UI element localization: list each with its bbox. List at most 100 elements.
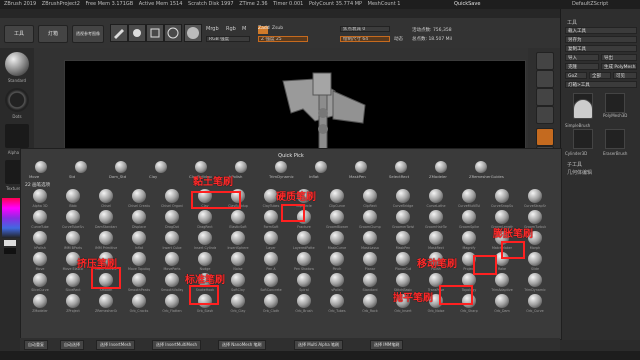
mrgb-label[interactable]: Mrgb xyxy=(206,26,219,32)
brush-icon[interactable] xyxy=(165,231,179,245)
geometry-header[interactable]: 几何体编辑 xyxy=(567,169,592,176)
lightbox-button[interactable]: 灯箱 xyxy=(38,25,68,43)
dynamic-toggle[interactable]: 动态 xyxy=(394,36,403,42)
footer-button[interactable]: 选择 InsertMultiMesh xyxy=(152,340,202,350)
stroke-dots-icon[interactable] xyxy=(5,88,29,112)
import-button[interactable]: 导入 xyxy=(565,54,599,61)
quickpick-brush-icon[interactable] xyxy=(195,161,207,173)
quickpick-brush-icon[interactable] xyxy=(235,161,247,173)
visible-button[interactable]: 可见 xyxy=(613,72,637,79)
copy-tool-button[interactable]: 复制工具 xyxy=(565,45,637,52)
scale-icon[interactable] xyxy=(146,24,164,42)
z-intensity-slider[interactable]: Z 强度 25 xyxy=(258,36,308,42)
brush-icon[interactable] xyxy=(231,231,245,245)
brush-icon[interactable] xyxy=(231,252,245,266)
brush-icon[interactable] xyxy=(330,189,344,203)
brush-icon[interactable] xyxy=(330,210,344,224)
polymesh-thumb-icon[interactable] xyxy=(605,93,625,113)
brush-icon[interactable] xyxy=(66,231,80,245)
brush-icon[interactable] xyxy=(363,231,377,245)
alpha-icon[interactable] xyxy=(5,124,29,148)
brush-icon[interactable] xyxy=(396,210,410,224)
quickpick-brush-icon[interactable] xyxy=(75,161,87,173)
eraser-thumb-icon[interactable] xyxy=(605,129,625,149)
brush-icon[interactable] xyxy=(231,294,245,308)
zsub-label[interactable]: Zsub xyxy=(272,26,283,31)
brush-icon[interactable] xyxy=(132,189,146,203)
brush-icon[interactable] xyxy=(396,252,410,266)
default-script[interactable]: DefaultZScript xyxy=(572,0,608,9)
brush-icon[interactable] xyxy=(528,252,542,266)
draw-size-slider[interactable]: 绘制尺寸 64 xyxy=(340,36,390,42)
brush-icon[interactable] xyxy=(231,273,245,287)
brush-icon[interactable] xyxy=(165,189,179,203)
brush-icon[interactable] xyxy=(429,231,443,245)
footer-button[interactable]: 选择 Multi Alpha 笔刷 xyxy=(294,340,343,350)
brush-icon[interactable] xyxy=(297,294,311,308)
brush-icon[interactable] xyxy=(495,273,509,287)
brush-icon[interactable] xyxy=(264,294,278,308)
brush-icon[interactable] xyxy=(99,231,113,245)
rotate-icon[interactable] xyxy=(164,24,182,42)
brush-icon[interactable] xyxy=(297,231,311,245)
cylinder-thumb-icon[interactable] xyxy=(573,129,593,149)
rgb-intensity-slider[interactable]: RGB 强度 xyxy=(206,36,250,42)
brush-icon[interactable] xyxy=(363,294,377,308)
quickpick-brush-icon[interactable] xyxy=(475,161,487,173)
quickpick-brush-icon[interactable] xyxy=(395,161,407,173)
brush-icon[interactable] xyxy=(495,294,509,308)
brush-icon[interactable] xyxy=(264,252,278,266)
quickpick-brush-icon[interactable] xyxy=(275,161,287,173)
brush-icon[interactable] xyxy=(132,273,146,287)
brush-icon[interactable] xyxy=(528,294,542,308)
perspective-ref-button[interactable]: 透视参考图像 xyxy=(72,25,104,43)
brush-icon[interactable] xyxy=(99,189,113,203)
brush-icon[interactable] xyxy=(99,210,113,224)
focal-shift-slider[interactable]: 焦点衰减 0 xyxy=(340,26,390,32)
brush-icon[interactable] xyxy=(198,210,212,224)
brush-icon[interactable] xyxy=(330,231,344,245)
brush-icon[interactable] xyxy=(330,294,344,308)
edit-icon[interactable] xyxy=(110,24,128,42)
brush-icon[interactable] xyxy=(132,210,146,224)
canvas[interactable] xyxy=(64,60,526,150)
quickpick-brush-icon[interactable] xyxy=(435,161,447,173)
brush-icon[interactable] xyxy=(99,294,113,308)
brush-icon[interactable] xyxy=(528,273,542,287)
brush-icon[interactable] xyxy=(33,231,47,245)
brush-icon[interactable] xyxy=(297,273,311,287)
brush-standard-icon[interactable] xyxy=(5,52,29,76)
move-icon[interactable] xyxy=(128,24,146,42)
brush-icon[interactable] xyxy=(33,252,47,266)
quickpick-brush-icon[interactable] xyxy=(35,161,47,173)
brush-icon[interactable] xyxy=(165,294,179,308)
sphere-icon[interactable] xyxy=(184,24,202,42)
brush-icon[interactable] xyxy=(330,252,344,266)
bpr-icon[interactable] xyxy=(536,52,554,70)
actual-icon[interactable] xyxy=(536,106,554,124)
brush-icon[interactable] xyxy=(66,189,80,203)
brush-icon[interactable] xyxy=(330,273,344,287)
footer-button[interactable]: 选择 IMM笔刷 xyxy=(370,340,404,350)
brush-icon[interactable] xyxy=(429,210,443,224)
brush-icon[interactable] xyxy=(33,189,47,203)
quickpick-brush-icon[interactable] xyxy=(355,161,367,173)
brush-icon[interactable] xyxy=(363,273,377,287)
brush-icon[interactable] xyxy=(495,210,509,224)
brush-icon[interactable] xyxy=(495,189,509,203)
brush-icon[interactable] xyxy=(66,294,80,308)
frame-icon[interactable] xyxy=(536,128,554,146)
brush-icon[interactable] xyxy=(396,231,410,245)
brush-icon[interactable] xyxy=(198,231,212,245)
lightbox-tools-button[interactable]: 灯箱>工具 xyxy=(565,81,637,88)
secondary-color-swatch[interactable] xyxy=(4,248,16,254)
brush-icon[interactable] xyxy=(462,210,476,224)
main-color-swatch[interactable] xyxy=(4,240,16,246)
brush-icon[interactable] xyxy=(396,189,410,203)
brush-icon[interactable] xyxy=(462,189,476,203)
brush-icon[interactable] xyxy=(132,294,146,308)
all-button[interactable]: 全部 xyxy=(589,72,611,79)
color-picker[interactable] xyxy=(2,198,20,238)
quickpick-brush-icon[interactable] xyxy=(155,161,167,173)
simplebrush-icon[interactable] xyxy=(573,99,593,119)
